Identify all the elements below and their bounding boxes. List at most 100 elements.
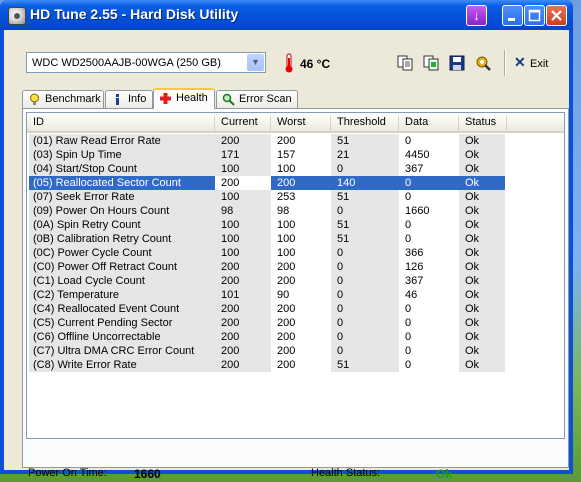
cell-status: Ok bbox=[459, 358, 505, 372]
maximize-button[interactable] bbox=[524, 5, 545, 26]
maximize-icon bbox=[528, 9, 541, 22]
table-header: ID Current Worst Threshold Data Status bbox=[27, 113, 564, 133]
cell-current: 200 bbox=[215, 260, 271, 274]
cell-worst: 200 bbox=[277, 135, 296, 147]
table-row[interactable]: (C2) Temperature 101 90 0 46 Ok bbox=[29, 288, 505, 302]
cell-data: 0 bbox=[399, 176, 459, 190]
chevron-down-icon[interactable]: ▼ bbox=[247, 54, 264, 71]
cell-id: (0C) Power Cycle Count bbox=[29, 246, 215, 260]
table-row[interactable]: (03) Spin Up Time 171 157 21 4450 Ok bbox=[29, 148, 505, 162]
cell-id: (C5) Current Pending Sector bbox=[29, 316, 215, 330]
copy-screen-icon[interactable] bbox=[422, 54, 440, 72]
exit-label: Exit bbox=[530, 58, 549, 70]
minimize-icon bbox=[508, 18, 515, 21]
table-row[interactable]: (C4) Reallocated Event Count 200 200 0 0 Ok bbox=[29, 302, 505, 316]
hdtune-window: HD Tune 2.55 - Hard Disk Utility ↓ WDC W… bbox=[0, 0, 573, 481]
column-header-threshold[interactable]: Threshold bbox=[331, 116, 399, 131]
cell-worst: 200 bbox=[277, 345, 296, 357]
save-icon[interactable] bbox=[448, 54, 466, 72]
copy-icon[interactable] bbox=[396, 54, 414, 72]
cell-current: 200 bbox=[215, 330, 271, 344]
cell-status: Ok bbox=[459, 162, 505, 176]
magnifier-icon bbox=[222, 93, 235, 106]
health-status-label: Health Status: bbox=[311, 467, 381, 479]
table-row[interactable]: (0C) Power Cycle Count 100 100 0 366 Ok bbox=[29, 246, 505, 260]
tab-health[interactable]: Health bbox=[153, 88, 215, 109]
cell-threshold: 0 bbox=[331, 274, 399, 288]
drive-select[interactable]: WDC WD2500AAJB-00WGA (250 GB) ▼ bbox=[26, 52, 266, 73]
cell-threshold: 51 bbox=[331, 218, 399, 232]
cell-threshold: 0 bbox=[331, 330, 399, 344]
column-header-id[interactable]: ID bbox=[27, 116, 215, 131]
cell-current: 200 bbox=[215, 134, 271, 148]
close-button[interactable] bbox=[546, 5, 567, 26]
cell-threshold: 140 bbox=[331, 176, 399, 190]
table-row[interactable]: (01) Raw Read Error Rate 200 200 51 0 Ok bbox=[29, 134, 505, 148]
table-row[interactable]: (C1) Load Cycle Count 200 200 0 367 Ok bbox=[29, 274, 505, 288]
cell-threshold: 51 bbox=[331, 232, 399, 246]
table-row[interactable]: (07) Seek Error Rate 100 253 51 0 Ok bbox=[29, 190, 505, 204]
table-row[interactable]: (C5) Current Pending Sector 200 200 0 0 Ok bbox=[29, 316, 505, 330]
health-status-value: Ok bbox=[436, 467, 453, 481]
cell-threshold: 51 bbox=[331, 190, 399, 204]
table-row[interactable]: (C0) Power Off Retract Count 200 200 0 126 Ok bbox=[29, 260, 505, 274]
cell-worst: 200 bbox=[277, 359, 296, 371]
cell-id: (09) Power On Hours Count bbox=[29, 204, 215, 218]
cell-data: 0 bbox=[405, 191, 412, 203]
minimize-button[interactable] bbox=[502, 5, 523, 26]
table-row[interactable]: (09) Power On Hours Count 98 98 0 1660 Ok bbox=[29, 204, 505, 218]
tab-info[interactable]: Info bbox=[105, 90, 153, 108]
cell-data: 46 bbox=[405, 289, 418, 301]
cell-threshold: 0 bbox=[331, 344, 399, 358]
cell-worst: 98 bbox=[277, 205, 290, 217]
cell-data: 0 bbox=[405, 135, 412, 147]
cell-worst: 253 bbox=[277, 191, 296, 203]
smart-table: ID Current Worst Threshold Data Status (… bbox=[26, 112, 565, 439]
cell-data: 1660 bbox=[405, 205, 430, 217]
cell-threshold: 0 bbox=[331, 246, 399, 260]
cell-current: 171 bbox=[215, 148, 271, 162]
cell-data: 367 bbox=[405, 163, 424, 175]
cell-worst: 100 bbox=[277, 233, 296, 245]
cell-id: (01) Raw Read Error Rate bbox=[29, 134, 215, 148]
table-row[interactable]: (C7) Ultra DMA CRC Error Count 200 200 0 0 Ok bbox=[29, 344, 505, 358]
table-row[interactable]: (C8) Write Error Rate 200 200 51 0 Ok bbox=[29, 358, 505, 372]
column-header-worst[interactable]: Worst bbox=[271, 116, 331, 131]
cell-worst: 200 bbox=[271, 176, 331, 190]
options-icon[interactable] bbox=[474, 54, 492, 72]
table-row[interactable]: (04) Start/Stop Count 100 100 0 367 Ok bbox=[29, 162, 505, 176]
cell-worst: 157 bbox=[277, 149, 296, 161]
table-row[interactable]: (C6) Offline Uncorrectable 200 200 0 0 Ok bbox=[29, 330, 505, 344]
cell-id: (07) Seek Error Rate bbox=[29, 190, 215, 204]
cell-data: 0 bbox=[405, 219, 412, 231]
cell-id: (C7) Ultra DMA CRC Error Count bbox=[29, 344, 215, 358]
thermometer-icon bbox=[285, 53, 293, 73]
cell-worst: 200 bbox=[277, 261, 296, 273]
column-header-status[interactable]: Status bbox=[459, 116, 507, 131]
cell-status: Ok bbox=[459, 330, 505, 344]
cell-current: 100 bbox=[215, 190, 271, 204]
cell-current: 200 bbox=[215, 274, 271, 288]
client-area: WDC WD2500AAJB-00WGA (250 GB) ▼ 46 °C ✕ … bbox=[4, 30, 569, 481]
title-bar[interactable]: HD Tune 2.55 - Hard Disk Utility ↓ bbox=[0, 0, 573, 30]
column-header-current[interactable]: Current bbox=[215, 116, 271, 131]
tab-error-scan[interactable]: Error Scan bbox=[216, 90, 298, 108]
cell-threshold: 51 bbox=[331, 358, 399, 372]
cell-id: (C4) Reallocated Event Count bbox=[29, 302, 215, 316]
special-button[interactable]: ↓ bbox=[466, 5, 487, 26]
cell-status: Ok bbox=[459, 246, 505, 260]
cell-worst: 200 bbox=[277, 275, 296, 287]
cell-current: 200 bbox=[215, 316, 271, 330]
cell-data: 0 bbox=[405, 345, 412, 357]
table-row[interactable]: (0B) Calibration Retry Count 100 100 51 0 Ok bbox=[29, 232, 505, 246]
column-header-data[interactable]: Data bbox=[399, 116, 459, 131]
cell-threshold: 21 bbox=[331, 148, 399, 162]
cell-worst: 90 bbox=[277, 289, 290, 301]
tab-label: Benchmark bbox=[45, 93, 101, 105]
table-row[interactable]: (05) Reallocated Sector Count 200 200 140 0 O… bbox=[29, 176, 505, 190]
cell-data: 4450 bbox=[405, 149, 430, 161]
cell-threshold: 0 bbox=[331, 260, 399, 274]
table-row[interactable]: (0A) Spin Retry Count 100 100 51 0 Ok bbox=[29, 218, 505, 232]
cell-current: 200 bbox=[215, 176, 271, 190]
tab-benchmark[interactable]: Benchmark bbox=[22, 90, 104, 108]
